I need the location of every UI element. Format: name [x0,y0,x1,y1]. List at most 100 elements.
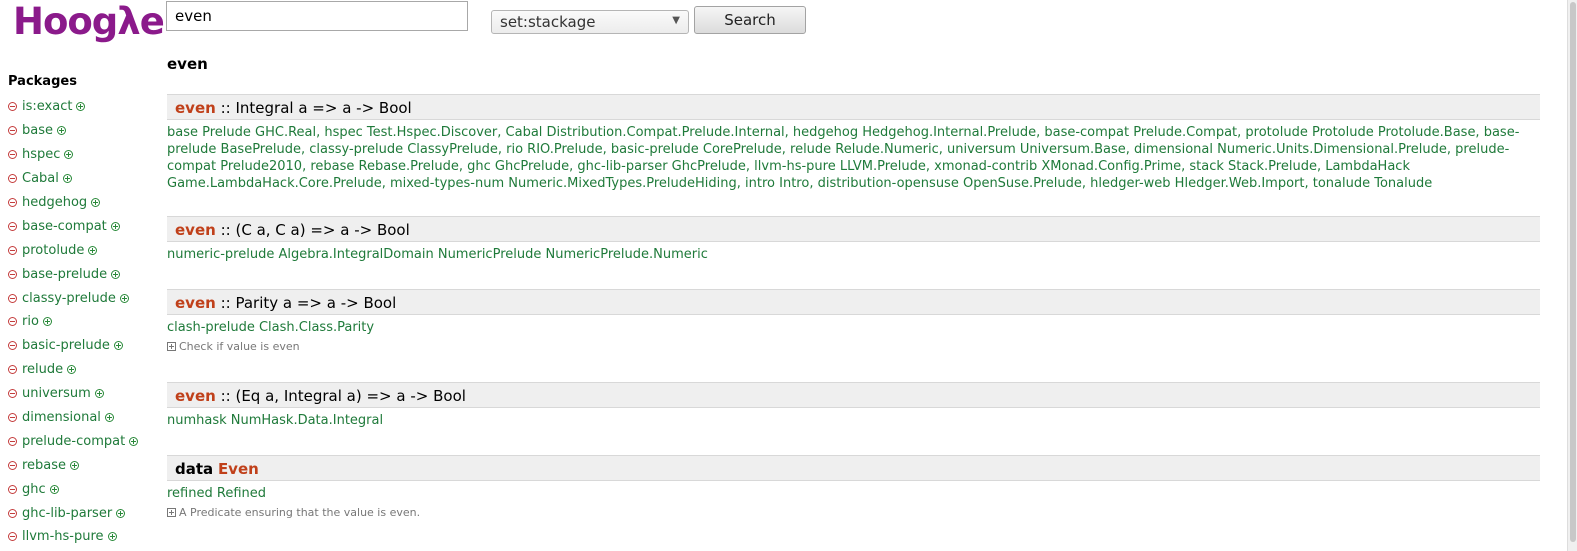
remove-package-icon[interactable] [8,102,17,112]
sidebar-package-item: llvm-hs-pure [8,525,158,549]
sidebar-package-item: protolude [8,238,158,262]
sidebar-package-label[interactable]: is:exact [22,99,72,114]
remove-package-icon[interactable] [8,150,17,160]
expand-icon[interactable] [167,342,176,351]
add-package-icon[interactable] [64,150,74,160]
result-item: even :: Parity a => a -> Bool clash-prel… [167,289,1540,353]
scope-select-value: set:stackage [500,13,596,31]
query-heading: even [167,55,208,73]
result-name[interactable]: Even [218,460,259,478]
sidebar-package-label[interactable]: rio [22,314,39,329]
add-package-icon[interactable] [129,436,139,446]
sidebar-package-item: hedgehog [8,191,158,215]
remove-package-icon[interactable] [8,532,17,542]
result-signature[interactable]: even :: (Eq a, Integral a) => a -> Bool [167,382,1540,408]
remove-package-icon[interactable] [8,365,17,375]
add-package-icon[interactable] [111,269,121,279]
result-packages[interactable]: clash-prelude Clash.Class.Parity [167,315,1540,336]
result-doc[interactable]: Check if value is even [167,340,1540,353]
scope-select[interactable]: set:stackage ▼ [491,10,689,34]
add-package-icon[interactable] [119,293,129,303]
result-name[interactable]: even [175,99,216,117]
remove-package-icon[interactable] [8,413,17,423]
result-type: :: (Eq a, Integral a) => a -> Bool [220,387,466,405]
result-name[interactable]: even [175,221,216,239]
sidebar-package-item: base-prelude [8,262,158,286]
sidebar-package-label[interactable]: hspec [22,147,60,162]
result-packages[interactable]: refined Refined [167,481,1540,502]
add-package-icon[interactable] [42,317,52,327]
sidebar-package-label[interactable]: classy-prelude [22,291,116,306]
sidebar-package-label[interactable]: Cabal [22,171,59,186]
add-package-icon[interactable] [70,460,80,470]
remove-package-icon[interactable] [8,174,17,184]
result-signature[interactable]: data Even [167,455,1540,481]
remove-package-icon[interactable] [8,389,17,399]
remove-package-icon[interactable] [8,460,17,470]
hoogle-logo[interactable]: Hoogλe [13,0,165,43]
result-type: :: (C a, C a) => a -> Bool [220,221,410,239]
result-packages[interactable]: base Prelude GHC.Real, hspec Test.Hspec.… [167,120,1540,192]
search-input[interactable] [166,1,468,31]
sidebar-package-label[interactable]: prelude-compat [22,434,125,449]
remove-package-icon[interactable] [8,245,17,255]
search-button[interactable]: Search [694,6,806,34]
result-item: even :: (C a, C a) => a -> Bool numeric-… [167,216,1540,263]
sidebar-package-label[interactable]: base-prelude [22,267,107,282]
sidebar-package-item: dimensional [8,406,158,430]
add-package-icon[interactable] [49,484,59,494]
result-signature[interactable]: even :: Parity a => a -> Bool [167,289,1540,315]
sidebar-package-label[interactable]: hedgehog [22,195,87,210]
sidebar-package-label[interactable]: ghc [22,482,46,497]
add-package-icon[interactable] [113,341,123,351]
packages-sidebar: Packages is:exact base hspec Cabal hedgehog b… [8,74,158,549]
remove-package-icon[interactable] [8,221,17,231]
sidebar-package-item: prelude-compat [8,429,158,453]
result-signature[interactable]: even :: Integral a => a -> Bool [167,94,1540,120]
sidebar-package-label[interactable]: llvm-hs-pure [22,529,104,544]
remove-package-icon[interactable] [8,198,17,207]
remove-package-icon[interactable] [8,269,17,279]
result-doc[interactable]: A Predicate ensuring that the value is e… [167,506,1540,519]
add-package-icon[interactable] [94,389,104,399]
remove-package-icon[interactable] [8,126,17,136]
remove-package-icon[interactable] [8,508,17,518]
sidebar-package-label[interactable]: base [22,123,53,138]
add-package-icon[interactable] [116,508,126,518]
scrollbar[interactable] [1567,0,1577,551]
sidebar-package-label[interactable]: ghc-lib-parser [22,506,112,521]
result-name[interactable]: even [175,387,216,405]
result-type: :: Integral a => a -> Bool [220,99,412,117]
remove-package-icon[interactable] [8,484,17,494]
remove-package-icon[interactable] [8,293,17,303]
sidebar-package-label[interactable]: relude [22,362,63,377]
add-package-icon[interactable] [76,102,86,112]
remove-package-icon[interactable] [8,317,17,327]
add-package-icon[interactable] [88,245,98,255]
sidebar-package-item: rio [8,310,158,334]
add-package-icon[interactable] [62,174,72,184]
result-signature[interactable]: even :: (C a, C a) => a -> Bool [167,216,1540,242]
remove-package-icon[interactable] [8,436,17,446]
sidebar-package-label[interactable]: basic-prelude [22,338,110,353]
sidebar-package-label[interactable]: base-compat [22,219,107,234]
sidebar-package-item: rebase [8,453,158,477]
sidebar-package-item: base [8,119,158,143]
sidebar-package-label[interactable]: universum [22,386,91,401]
add-package-icon[interactable] [104,413,114,423]
add-package-icon[interactable] [107,532,117,542]
add-package-icon[interactable] [57,126,66,136]
add-package-icon[interactable] [67,365,77,375]
sidebar-package-item: hspec [8,143,158,167]
expand-icon[interactable] [167,508,176,517]
result-packages[interactable]: numhask NumHask.Data.Integral [167,408,1540,429]
remove-package-icon[interactable] [8,341,17,351]
sidebar-package-label[interactable]: rebase [22,458,66,473]
result-name[interactable]: even [175,294,216,312]
add-package-icon[interactable] [110,221,120,231]
scrollbar-thumb[interactable] [1570,2,1576,542]
sidebar-package-label[interactable]: dimensional [22,410,101,425]
sidebar-package-label[interactable]: protolude [22,243,84,258]
result-packages[interactable]: numeric-prelude Algebra.IntegralDomain N… [167,242,1540,263]
add-package-icon[interactable] [91,198,101,207]
